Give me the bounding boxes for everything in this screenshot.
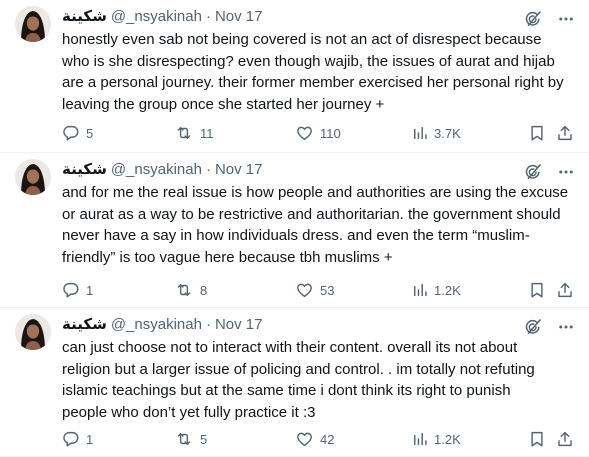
repost-icon <box>174 124 194 142</box>
views-count: 1.2K <box>434 431 461 447</box>
display-name[interactable]: شكينة <box>62 7 107 27</box>
bookmark-button[interactable] <box>528 281 546 299</box>
timestamp[interactable]: Nov 17 <box>215 7 263 27</box>
bookmark-button[interactable] <box>528 124 546 142</box>
tweet[interactable]: شكينة @_nsyakinah · Nov 17 and for me th… <box>0 153 589 308</box>
separator-dot: · <box>205 316 211 333</box>
repost-count: 8 <box>200 282 208 298</box>
views-button[interactable]: 1.2K <box>412 281 461 299</box>
views-icon <box>412 281 428 299</box>
display-name[interactable]: شكينة <box>62 315 107 335</box>
views-icon <box>412 124 428 142</box>
reply-count: 5 <box>86 125 94 141</box>
share-button[interactable] <box>556 124 574 142</box>
action-bar: 5 11 110 3.7K <box>62 124 575 144</box>
like-count: 53 <box>320 282 335 298</box>
tweet-text: can just choose not to interact with the… <box>62 339 535 421</box>
repost-button[interactable]: 5 <box>174 430 207 448</box>
like-icon <box>295 430 314 448</box>
views-count: 1.2K <box>434 282 461 298</box>
reply-count: 1 <box>86 282 94 298</box>
like-button[interactable]: 53 <box>295 281 334 299</box>
tweet-text: and for me the real issue is how people … <box>62 184 569 266</box>
bookmark-icon <box>528 124 546 142</box>
reply-count: 1 <box>86 431 94 447</box>
tweet[interactable]: شكينة @_nsyakinah · Nov 17 can just choo… <box>0 308 589 457</box>
action-bar: 1 5 42 1.2K <box>62 430 575 450</box>
tweet-text: honestly even sab not being covered is n… <box>62 31 564 113</box>
user-handle[interactable]: @_nsyakinah <box>111 7 202 27</box>
like-icon <box>295 281 314 299</box>
share-button[interactable] <box>556 430 574 448</box>
bookmark-icon <box>528 281 546 299</box>
bookmark-icon <box>528 430 546 448</box>
separator-dot: · <box>205 161 211 178</box>
like-count: 42 <box>320 431 335 447</box>
repost-count: 5 <box>200 431 208 447</box>
user-handle[interactable]: @_nsyakinah <box>111 315 202 335</box>
like-icon <box>295 124 314 142</box>
timestamp[interactable]: Nov 17 <box>215 315 263 335</box>
share-button[interactable] <box>556 281 574 299</box>
avatar[interactable] <box>15 314 51 350</box>
repost-button[interactable]: 8 <box>174 281 207 299</box>
action-bar: 1 8 53 1.2K <box>62 281 575 301</box>
like-count: 110 <box>320 125 341 141</box>
views-count: 3.7K <box>434 125 461 141</box>
share-icon <box>556 430 574 448</box>
views-button[interactable]: 1.2K <box>412 430 461 448</box>
reply-icon <box>62 124 80 142</box>
views-button[interactable]: 3.7K <box>412 124 461 142</box>
bookmark-button[interactable] <box>528 430 546 448</box>
tweet[interactable]: شكينة @_nsyakinah · Nov 17 honestly even… <box>0 0 589 153</box>
views-icon <box>412 430 428 448</box>
like-button[interactable]: 42 <box>295 430 334 448</box>
share-icon <box>556 124 574 142</box>
reply-button[interactable]: 5 <box>62 124 93 142</box>
display-name[interactable]: شكينة <box>62 160 107 180</box>
like-button[interactable]: 110 <box>295 124 341 142</box>
timestamp[interactable]: Nov 17 <box>215 160 263 180</box>
reply-button[interactable]: 1 <box>62 281 93 299</box>
user-handle[interactable]: @_nsyakinah <box>111 160 202 180</box>
repost-icon <box>174 430 194 448</box>
avatar[interactable] <box>15 159 51 195</box>
reply-icon <box>62 430 80 448</box>
reply-icon <box>62 281 80 299</box>
repost-count: 11 <box>200 125 214 141</box>
share-icon <box>556 281 574 299</box>
repost-button[interactable]: 11 <box>174 124 214 142</box>
separator-dot: · <box>205 8 211 25</box>
reply-button[interactable]: 1 <box>62 430 93 448</box>
avatar[interactable] <box>15 6 51 42</box>
repost-icon <box>174 281 194 299</box>
